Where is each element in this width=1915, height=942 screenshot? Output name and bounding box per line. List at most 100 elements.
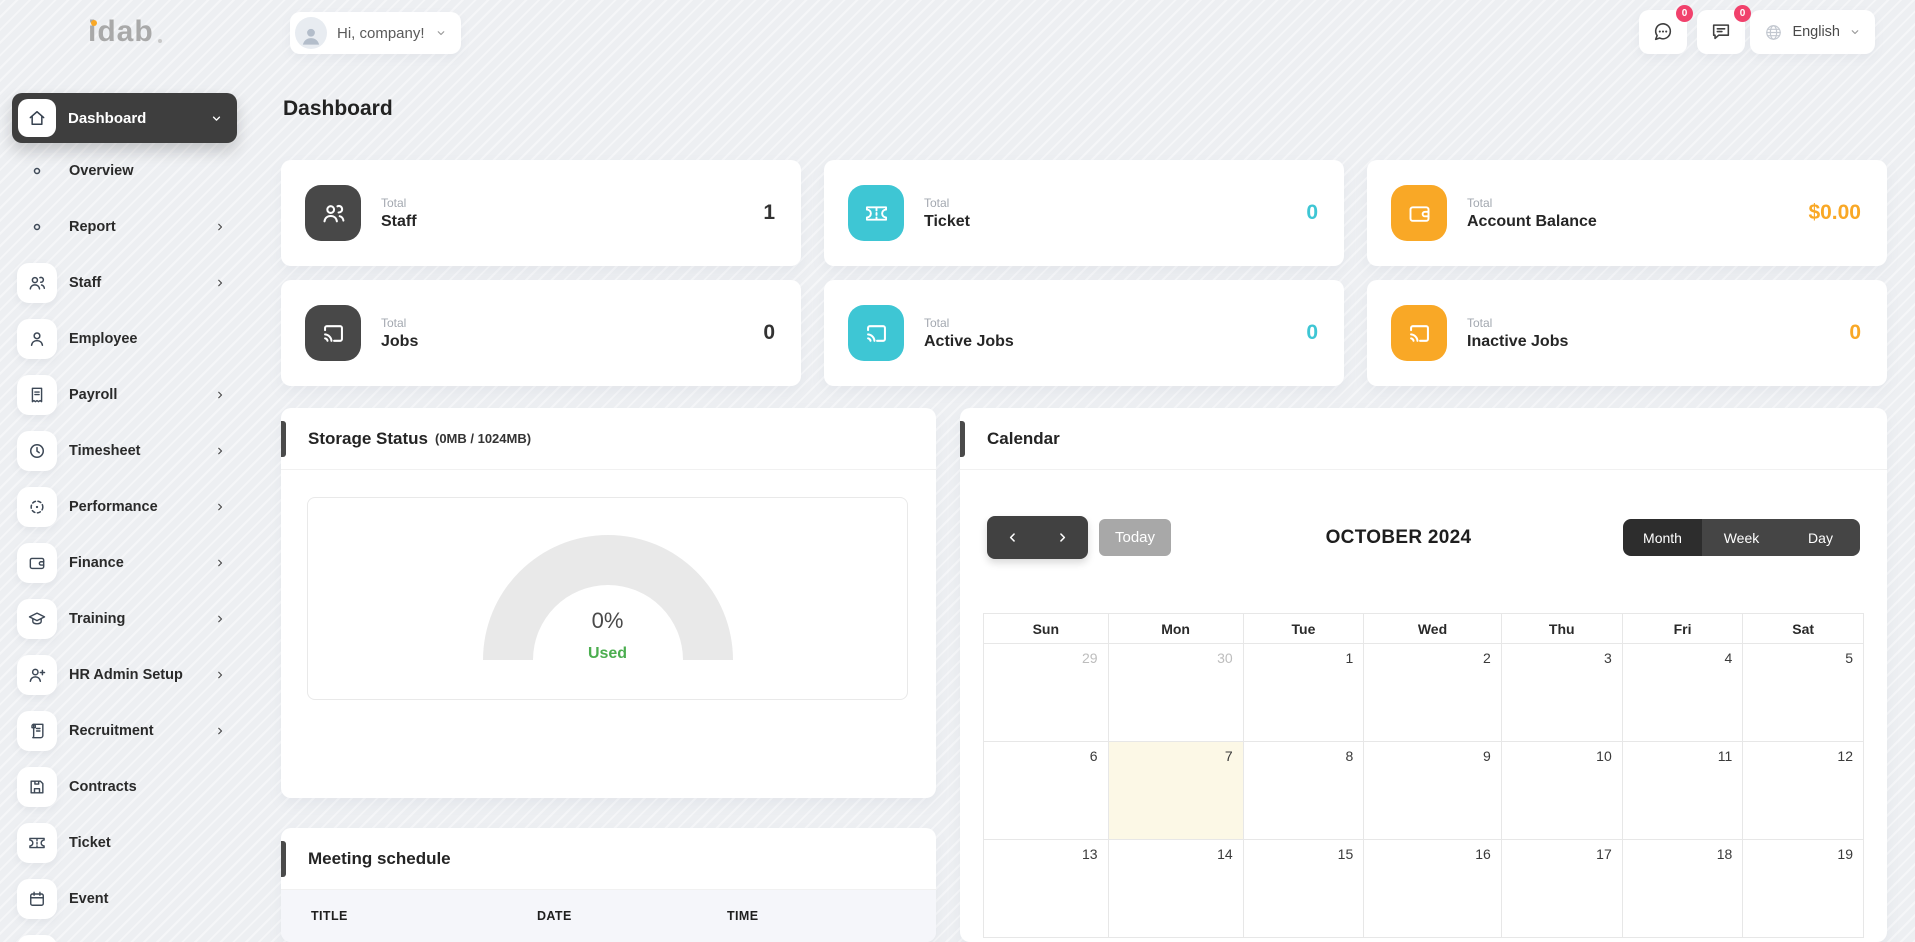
graduation-icon xyxy=(17,599,57,639)
sidebar-item-label: Finance xyxy=(69,555,124,571)
chevron-down-icon xyxy=(1849,26,1861,38)
stat-card-total-label: Total xyxy=(924,315,950,330)
sidebar-item-meeting[interactable]: Meeting xyxy=(0,927,250,942)
sidebar-menu: Overview Report Staff Employee Payroll Timesh… xyxy=(0,143,250,942)
app-logo: idab xyxy=(88,15,162,49)
calendar-title: Calendar xyxy=(987,428,1060,448)
meeting-panel-header: Meeting schedule xyxy=(281,828,936,890)
chat-button[interactable]: 0 xyxy=(1639,5,1693,54)
wallet-icon xyxy=(17,543,57,583)
sidebar-item-label: Performance xyxy=(69,499,158,515)
calendar-day-cell[interactable]: 11 xyxy=(1621,741,1744,840)
sidebar-item-label: Employee xyxy=(69,331,138,347)
sidebar-item-staff[interactable]: Staff xyxy=(0,255,250,311)
calendar-day-header: Fri xyxy=(1621,613,1744,644)
calendar-day-cell[interactable]: 4 xyxy=(1621,643,1744,742)
storage-gauge xyxy=(482,535,733,660)
calendar-day-cell[interactable]: 12 xyxy=(1742,741,1864,840)
calendar-day-cell[interactable]: 16 xyxy=(1363,839,1502,938)
next-month-button[interactable] xyxy=(1038,516,1089,559)
calendar-day-cell[interactable]: 6 xyxy=(983,741,1109,840)
sidebar-item-label: Event xyxy=(69,891,109,907)
user-icon xyxy=(17,319,57,359)
stat-card-total-label: Total xyxy=(924,195,950,210)
sidebar-item-timesheet[interactable]: Timesheet xyxy=(0,423,250,479)
calendar-day-cell[interactable]: 2 xyxy=(1363,643,1502,742)
calendar-view-month[interactable]: Month xyxy=(1623,519,1702,556)
sidebar-item-event[interactable]: Event xyxy=(0,871,250,927)
calendar-day-header: Sun xyxy=(983,613,1109,644)
messages-icon xyxy=(1710,21,1732,43)
user-plus-icon xyxy=(17,655,57,695)
calendar-day-cell[interactable]: 8 xyxy=(1242,741,1365,840)
calendar-day-cell[interactable]: 19 xyxy=(1742,839,1864,938)
calendar-day-cell[interactable]: 18 xyxy=(1621,839,1744,938)
stat-card-value: 1 xyxy=(763,201,775,224)
messages-button[interactable]: 0 xyxy=(1697,5,1751,54)
calendar-week-row: 29 30 1 2 3 4 5 xyxy=(983,643,1864,742)
sidebar-item-dashboard-active[interactable]: Dashboard xyxy=(12,93,237,143)
calendar-day-cell[interactable]: 29 xyxy=(983,643,1109,742)
calendar-view-week[interactable]: Week xyxy=(1702,519,1781,556)
stat-card-text: Total Active Jobs xyxy=(924,316,1014,351)
stat-card-text: Total Ticket xyxy=(924,196,970,231)
calendar-day-cell[interactable]: 13 xyxy=(983,839,1109,938)
clock-icon xyxy=(17,431,57,471)
stat-card-value: 0 xyxy=(1849,321,1861,344)
calendar-day-cell[interactable]: 14 xyxy=(1107,839,1244,938)
chevron-right-icon xyxy=(214,613,226,625)
user-menu[interactable]: Hi, company! xyxy=(290,12,461,54)
receipt-icon xyxy=(17,375,57,415)
calendar-day-cell[interactable]: 30 xyxy=(1107,643,1244,742)
meeting-col-title: TITLE xyxy=(311,909,348,923)
app-logo-text: idab xyxy=(88,15,154,48)
chevron-right-icon xyxy=(214,389,226,401)
storage-status-panel: Storage Status (0MB / 1024MB) 0% Used xyxy=(281,408,936,798)
prev-month-button[interactable] xyxy=(987,516,1038,559)
sidebar-item-payroll[interactable]: Payroll xyxy=(0,367,250,423)
chevron-right-icon xyxy=(214,445,226,457)
sidebar-item-label: Timesheet xyxy=(69,443,141,459)
sidebar-item-contracts[interactable]: Contracts xyxy=(0,759,250,815)
sidebar-item-recruitment[interactable]: Recruitment xyxy=(0,703,250,759)
messages-badge: 0 xyxy=(1734,5,1751,22)
sidebar-item-hr-admin-setup[interactable]: HR Admin Setup xyxy=(0,647,250,703)
sidebar-item-performance[interactable]: Performance xyxy=(0,479,250,535)
meeting-schedule-title: Meeting schedule xyxy=(308,848,451,868)
chat-icon xyxy=(1652,21,1674,43)
calendar-day-cell[interactable]: 3 xyxy=(1500,643,1623,742)
sidebar-item-training[interactable]: Training xyxy=(0,591,250,647)
language-selector[interactable]: English xyxy=(1750,10,1875,54)
calendar-day-cell[interactable]: 5 xyxy=(1742,643,1864,742)
calendar-day-cell[interactable]: 7 xyxy=(1107,741,1244,840)
calendar-panel-header: Calendar xyxy=(960,408,1887,470)
sidebar-item-employee[interactable]: Employee xyxy=(0,311,250,367)
cast-icon xyxy=(848,305,904,361)
avatar xyxy=(295,17,327,49)
storage-panel-header: Storage Status (0MB / 1024MB) xyxy=(281,408,936,470)
logo-trademark-dot xyxy=(157,39,162,43)
cast-icon xyxy=(1391,305,1447,361)
sidebar-item-report[interactable]: Report xyxy=(0,199,250,255)
sidebar-item-overview[interactable]: Overview xyxy=(0,143,250,199)
calendar-day-cell[interactable]: 10 xyxy=(1500,741,1623,840)
bullet-icon xyxy=(17,207,57,247)
stat-card-value: $0.00 xyxy=(1808,201,1861,224)
calendar-view-day[interactable]: Day xyxy=(1781,519,1860,556)
sidebar-item-finance[interactable]: Finance xyxy=(0,535,250,591)
chevron-right-icon xyxy=(214,501,226,513)
today-button[interactable]: Today xyxy=(1099,519,1171,556)
stat-card-text: Total Account Balance xyxy=(1467,196,1597,231)
calendar-day-cell[interactable]: 9 xyxy=(1363,741,1502,840)
sidebar-item-label: HR Admin Setup xyxy=(69,667,183,683)
stat-card-value: 0 xyxy=(1306,321,1318,344)
calendar-day-cell[interactable]: 17 xyxy=(1500,839,1623,938)
stat-card-name: Jobs xyxy=(381,332,419,350)
sidebar-item-ticket[interactable]: Ticket xyxy=(0,815,250,871)
calendar-day-cell[interactable]: 15 xyxy=(1242,839,1365,938)
calendar-day-header: Tue xyxy=(1242,613,1365,644)
calendar-month-title: OCTOBER 2024 xyxy=(1325,527,1472,548)
logo-accent-dot xyxy=(91,20,97,26)
calendar-day-cell[interactable]: 1 xyxy=(1242,643,1365,742)
calendar-day-header: Wed xyxy=(1363,613,1502,644)
